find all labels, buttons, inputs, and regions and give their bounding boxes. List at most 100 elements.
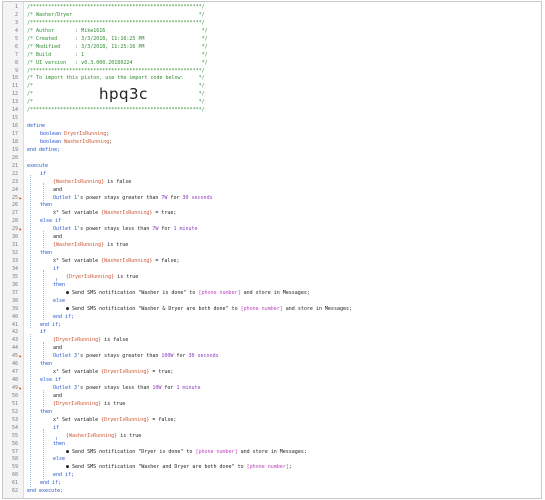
code-token: /* Build : 1 */ xyxy=(27,51,208,58)
breakpoint-flag-icon[interactable]: ⚑ xyxy=(19,196,21,201)
line-number: 17 xyxy=(11,131,18,137)
breakpoint-flag-icon[interactable]: ⚑ xyxy=(19,387,21,391)
code-token: /***************************************… xyxy=(27,107,205,114)
code-text: x² Set variable {WasherIsRunning} = fals… xyxy=(53,258,179,266)
line-number: 41 xyxy=(11,321,18,328)
code-line: 15 xyxy=(3,115,541,123)
line-number: 4 xyxy=(14,27,18,34)
code-text: {DryerIsRunning} is true xyxy=(53,401,125,409)
code-line: 31 {WasherIsRunning} is true xyxy=(3,242,541,250)
line-number: 15 xyxy=(11,115,18,122)
code-text: and xyxy=(53,345,62,353)
code-line: 7 /* Build : 1 */ xyxy=(3,52,541,60)
code-token: else if xyxy=(40,377,62,384)
code-text: if xyxy=(53,425,59,433)
code-line: 56 then xyxy=(3,441,541,449)
code-token: /* Washer/Dryer */ xyxy=(27,11,205,18)
block-guide xyxy=(43,389,44,408)
code-text: ● Send SMS notification "Dryer is done" … xyxy=(66,449,307,457)
code-text: boolean DryerIsRunning; xyxy=(40,131,109,139)
code-token: ● Send SMS notification "Washer & Dryer … xyxy=(66,305,241,312)
line-number: 59 xyxy=(11,464,18,471)
line-number: 55 xyxy=(11,432,18,439)
code-text: {DryerIsRunning} is true xyxy=(66,274,138,282)
code-token: and xyxy=(53,345,63,352)
code-token[interactable]: {WasherIsRunning} xyxy=(53,179,104,185)
line-number: 23 xyxy=(11,178,18,185)
code-text: /* Created : 3/3/2018, 11:16:25 PM */ xyxy=(27,36,208,44)
code-token[interactable]: {DryerIsRunning} xyxy=(53,337,101,343)
line-number: 54 xyxy=(11,424,18,431)
code-text: and xyxy=(53,393,62,401)
block-guide xyxy=(43,341,44,360)
code-text: end execute; xyxy=(27,488,63,496)
code-token: 's power stays less than xyxy=(77,385,153,391)
code-token: /* UI version : v0.3.000.20180224 */ xyxy=(27,59,208,66)
line-number: 25 xyxy=(11,194,18,201)
code-token[interactable]: [phone number] xyxy=(241,306,283,312)
code-token[interactable]: {WasherIsRunning} xyxy=(66,433,117,439)
code-text: {WasherIsRunning} is true xyxy=(66,433,141,441)
breakpoint-flag-icon[interactable]: ⚑ xyxy=(19,355,21,359)
line-number: 22 xyxy=(11,170,18,177)
code-line: 54 if xyxy=(3,425,541,433)
code-token: then xyxy=(40,408,53,415)
code-token[interactable]: [phone number] xyxy=(195,449,237,455)
code-token[interactable]: {WasherIsRunning} xyxy=(101,210,152,216)
code-token: and store in Messages; xyxy=(237,448,307,455)
code-line: 48 else if xyxy=(3,377,541,385)
code-line: 30 and xyxy=(3,234,541,242)
code-token[interactable]: {DryerIsRunning} xyxy=(101,369,149,375)
code-line: 16 define xyxy=(3,123,541,131)
code-token: Outlet 3 xyxy=(53,385,78,391)
code-token[interactable]: {DryerIsRunning} xyxy=(53,401,101,407)
code-token: 1 minute xyxy=(176,385,201,391)
code-token: 30 seconds xyxy=(182,194,213,201)
code-token: x² Set variable xyxy=(53,210,102,217)
code-token[interactable]: [phone number] xyxy=(198,290,240,296)
code-text: if xyxy=(53,266,59,274)
line-number: 40 xyxy=(11,313,18,320)
block-guide xyxy=(30,174,31,328)
code-token: /* Created : 3/3/2018, 11:16:25 PM */ xyxy=(27,35,208,42)
breakpoint-flag-icon[interactable]: ⚑ xyxy=(19,228,21,232)
code-line: 25 ⚑ Outlet 1's power stays greater than 7… xyxy=(3,195,541,203)
code-token: x² Set variable xyxy=(53,258,102,264)
code-token[interactable]: [phone number] xyxy=(247,464,289,470)
line-number: 14 xyxy=(11,107,18,114)
code-token: boolean xyxy=(40,138,65,145)
code-token[interactable]: WasherIsRunning xyxy=(64,139,109,145)
code-text: {WasherIsRunning} is false xyxy=(53,179,131,187)
code-text: and xyxy=(53,234,62,242)
code-token[interactable]: {DryerIsRunning} xyxy=(101,417,149,423)
line-number: 27 xyxy=(11,210,18,217)
code-token[interactable]: {DryerIsRunning} xyxy=(66,274,114,280)
code-token: for xyxy=(167,194,183,201)
code-line: 49 ⚑ Outlet 3's power stays less than 10W … xyxy=(3,385,541,393)
code-text: ● Send SMS notification "Washer & Dryer … xyxy=(66,306,352,314)
code-line: 46 then xyxy=(3,361,541,369)
code-token: for xyxy=(158,226,174,233)
code-line: 2 /* Washer/Dryer */ xyxy=(3,12,541,20)
line-number: 47 xyxy=(11,369,18,376)
code-token: /* Modified : 3/3/2018, 11:25:16 PM */ xyxy=(27,43,208,50)
code-line: 57 ● Send SMS notification "Dryer is done… xyxy=(3,449,541,457)
code-token: and xyxy=(53,234,63,241)
line-number: 26 xyxy=(11,202,18,209)
code-token: for xyxy=(173,353,189,360)
code-text: x² Set variable {DryerIsRunning} = true; xyxy=(53,369,173,377)
code-token: is true xyxy=(101,400,126,407)
code-token[interactable]: {WasherIsRunning} xyxy=(101,258,152,264)
code-text: then xyxy=(40,202,52,210)
code-line: 6 /* Modified : 3/3/2018, 11:25:16 PM */ xyxy=(3,44,541,52)
code-token[interactable]: DryerIsRunning xyxy=(64,131,106,137)
line-number: 35 xyxy=(11,273,18,280)
line-number: 32 xyxy=(11,250,18,257)
code-token[interactable]: {WasherIsRunning} xyxy=(53,242,104,248)
line-number: 61 xyxy=(11,480,18,487)
line-number: 21 xyxy=(11,162,18,169)
code-text: else if xyxy=(40,218,61,226)
code-text: ● Send SMS notification "Washer and Drye… xyxy=(66,464,292,472)
code-token: define xyxy=(27,123,46,130)
code-text: end define; xyxy=(27,147,60,155)
